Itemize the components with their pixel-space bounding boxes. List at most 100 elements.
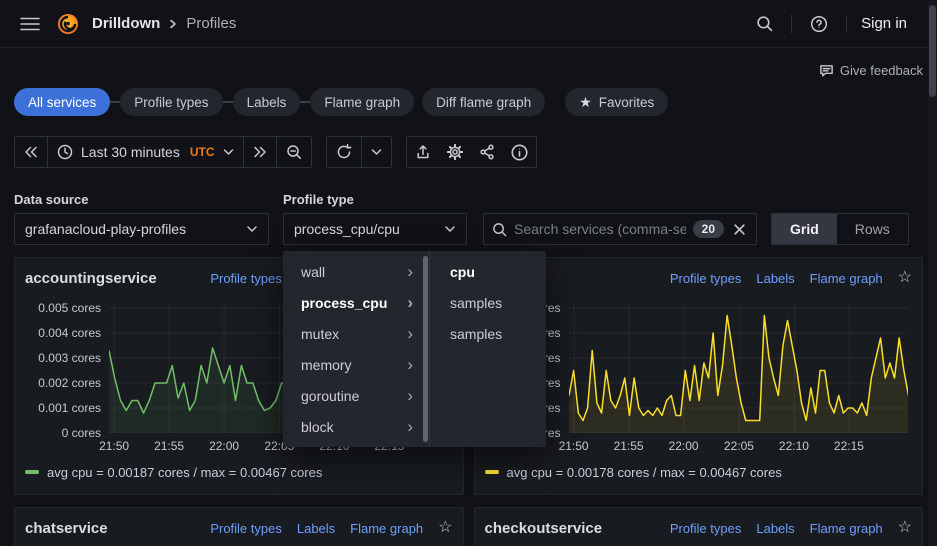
chevron-down-icon (444, 225, 456, 233)
give-feedback-link[interactable]: Give feedback (819, 63, 923, 78)
profile-type-groups: wall› process_cpu› mutex› memory› gorout… (283, 251, 423, 447)
menu-scrollbar[interactable] (423, 256, 428, 442)
time-shift-back-button[interactable] (15, 137, 47, 167)
menu-item-goroutine[interactable]: goroutine› (283, 380, 423, 411)
flame-graph-link[interactable]: Flame graph (810, 271, 883, 286)
submenu-item-cpu[interactable]: cpu (430, 256, 546, 287)
cpu-time-series-chart[interactable]: 0.005 cores0.004 cores0.003 cores0.002 c… (485, 299, 913, 455)
breadcrumb: Drilldown Profiles (92, 15, 236, 32)
legend-marker (485, 470, 499, 474)
legend-text[interactable]: avg cpu = 0.00178 cores / max = 0.00467 … (507, 465, 782, 480)
divider (846, 15, 847, 33)
panel-title: accountingservice (25, 270, 157, 287)
tab-labels[interactable]: Labels (233, 88, 301, 116)
labels-link[interactable]: Labels (756, 521, 794, 536)
star-icon: ★ (579, 94, 592, 111)
close-icon (733, 223, 746, 236)
labels-link[interactable]: Labels (756, 271, 794, 286)
legend-marker (25, 470, 39, 474)
legend-text[interactable]: avg cpu = 0.00187 cores / max = 0.00467 … (47, 465, 322, 480)
chevron-right-icon: › (407, 263, 413, 280)
datasource-select[interactable]: grafanacloud-play-profiles (14, 213, 269, 245)
double-chevron-left-icon (24, 146, 38, 158)
favorite-star-icon[interactable]: ☆ (898, 520, 912, 536)
page-scrollbar[interactable] (928, 0, 937, 546)
profile-types-link[interactable]: Profile types (210, 521, 282, 536)
export-button[interactable] (407, 137, 439, 167)
double-chevron-right-icon (253, 146, 267, 158)
comment-icon (819, 63, 834, 78)
time-shift-forward-button[interactable] (243, 137, 276, 167)
refresh-button[interactable] (327, 137, 361, 167)
labels-link[interactable]: Labels (297, 521, 335, 536)
time-range-label: Last 30 minutes (81, 144, 180, 160)
layout-rows-button[interactable]: Rows (837, 214, 908, 244)
chevron-down-icon (371, 148, 382, 156)
search-icon (756, 15, 773, 32)
explore-tabs: All services Profile types Labels Flame … (14, 88, 923, 116)
flame-graph-link[interactable]: Flame graph (810, 521, 883, 536)
profile-types-link[interactable]: Profile types (210, 271, 282, 286)
y-axis-labels: 0.005 cores0.004 cores0.003 cores0.002 c… (25, 303, 101, 433)
filters-bar: Data source grafanacloud-play-profiles P… (14, 192, 923, 245)
submenu-item-samples-2[interactable]: samples (430, 318, 546, 349)
help-icon (810, 15, 828, 33)
topnav-actions: Sign in (752, 11, 921, 37)
tab-connector (223, 101, 233, 103)
tab-diff-flame-graph[interactable]: Diff flame graph (422, 88, 545, 116)
tab-flame-graph[interactable]: Flame graph (310, 88, 414, 116)
favorite-star-icon[interactable]: ☆ (898, 270, 912, 286)
info-button[interactable] (503, 137, 536, 167)
give-feedback-label: Give feedback (840, 63, 923, 78)
refresh-group (326, 136, 392, 168)
sign-in-link[interactable]: Sign in (861, 15, 907, 32)
menu-item-memory[interactable]: memory› (283, 349, 423, 380)
settings-button[interactable] (439, 137, 471, 167)
submenu-item-samples-1[interactable]: samples (430, 287, 546, 318)
search-icon (492, 222, 507, 237)
grafana-logo-icon[interactable] (56, 12, 80, 36)
zoom-out-time-button[interactable] (276, 137, 311, 167)
flame-graph-link[interactable]: Flame graph (350, 521, 423, 536)
profile-types-link[interactable]: Profile types (670, 521, 742, 536)
profile-types-link[interactable]: Profile types (670, 271, 742, 286)
profile-type-menu: wall› process_cpu› mutex› memory› gorout… (283, 251, 546, 447)
time-range-picker-button[interactable]: Last 30 minutes UTC (47, 137, 243, 167)
chevron-down-icon (223, 148, 234, 156)
tab-favorites[interactable]: ★ Favorites (565, 88, 668, 116)
menu-item-mutex[interactable]: mutex› (283, 318, 423, 349)
chevron-right-icon (168, 19, 178, 29)
services-search-input[interactable] (514, 221, 686, 237)
help-button[interactable] (806, 11, 832, 37)
x-axis-labels: 21:5021:5522:0022:0522:1022:15 (569, 439, 909, 455)
share-button[interactable] (471, 137, 503, 167)
refresh-interval-button[interactable] (361, 137, 391, 167)
tab-all-services[interactable]: All services (14, 88, 110, 116)
top-nav: Drilldown Profiles Sign in (0, 0, 937, 48)
favorite-star-icon[interactable]: ☆ (438, 520, 452, 536)
divider (791, 15, 792, 33)
hamburger-icon (20, 16, 40, 32)
search-button[interactable] (752, 11, 777, 36)
panel-title: chatservice (25, 520, 108, 537)
menu-item-process-cpu[interactable]: process_cpu› (283, 287, 423, 318)
menu-item-wall[interactable]: wall› (283, 256, 423, 287)
services-search: 20 (483, 213, 757, 245)
clear-search-button[interactable] (731, 221, 748, 238)
chevron-right-icon: › (407, 294, 413, 311)
panel-actions-group (406, 136, 537, 168)
scrollbar-thumb[interactable] (929, 5, 936, 97)
breadcrumb-app-link[interactable]: Drilldown (92, 15, 160, 32)
chevron-right-icon: › (407, 356, 413, 373)
layout-toggle: Grid Rows (771, 213, 909, 245)
menu-item-block[interactable]: block› (283, 411, 423, 442)
chevron-right-icon: › (407, 325, 413, 342)
info-icon (511, 144, 528, 161)
profile-type-select[interactable]: process_cpu/cpu (283, 213, 467, 245)
chevron-down-icon (246, 225, 258, 233)
layout-grid-button[interactable]: Grid (772, 214, 837, 244)
gear-icon (447, 144, 463, 160)
tab-profile-types[interactable]: Profile types (120, 88, 222, 116)
datasource-label: Data source (14, 192, 269, 207)
menu-toggle-button[interactable] (16, 12, 44, 36)
